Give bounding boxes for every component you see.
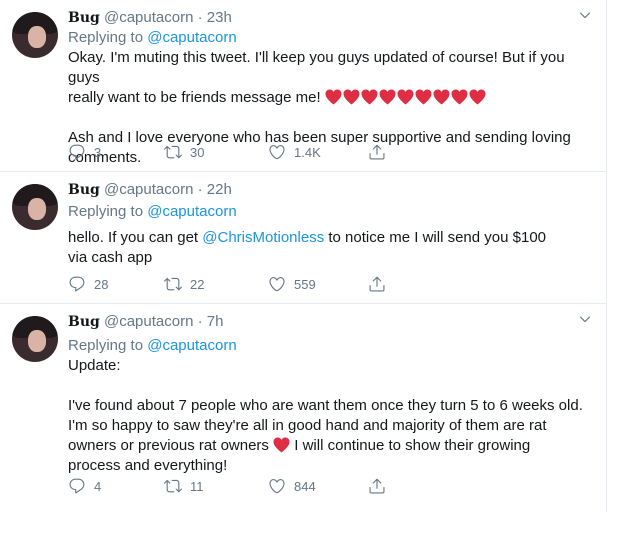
replying-to: Replying to @caputacorn	[68, 202, 237, 222]
like-action[interactable]: 559	[268, 274, 316, 294]
tweet[interactable]: Bug @caputacorn · 23h Replying to @caput…	[0, 0, 606, 172]
tweet-text-paragraph: Update:	[68, 357, 121, 374]
tweet-text-fragment: really want to be friends message me!	[68, 89, 321, 106]
replying-to-label: Replying to	[68, 337, 144, 354]
red-heart-emoji	[469, 89, 486, 105]
separator-dot: ·	[197, 313, 203, 330]
tweet-thread: Bug @caputacorn · 23h Replying to @caput…	[0, 0, 607, 512]
retweet-count: 22	[190, 276, 205, 292]
tweet-text-paragraph: I've found about 7 people who are want t…	[68, 396, 583, 476]
timestamp[interactable]: 22h	[207, 181, 232, 198]
reply-count: 3	[94, 144, 102, 160]
like-icon	[268, 275, 286, 293]
tweet-header: Bug @caputacorn · 7h	[68, 312, 223, 332]
red-heart-emoji	[343, 89, 360, 105]
tweet-text: hello. If you can get @ChrisMotionless t…	[68, 228, 568, 268]
tweet-header: Bug @caputacorn · 22h	[68, 180, 232, 200]
like-count: 844	[294, 478, 316, 494]
retweet-icon	[164, 275, 182, 293]
replying-to: Replying to @caputacorn	[68, 336, 237, 356]
timestamp[interactable]: 7h	[207, 313, 224, 330]
avatar[interactable]	[12, 184, 58, 230]
replying-to-mention[interactable]: @caputacorn	[147, 203, 236, 220]
tweet-text: Okay. I'm muting this tweet. I'll keep y…	[68, 48, 588, 168]
reply-icon	[68, 477, 86, 495]
reply-action[interactable]: 4	[68, 476, 101, 496]
tweet-text-paragraph: Ash and I love everyone who has been sup…	[68, 129, 571, 166]
avatar[interactable]	[12, 12, 58, 58]
tweet-text: Update: I've found about 7 people who ar…	[68, 356, 583, 476]
red-heart-emoji-row	[325, 89, 486, 105]
like-count: 559	[294, 276, 316, 292]
retweet-count: 11	[190, 478, 204, 494]
share-action[interactable]	[368, 274, 386, 294]
tweet-text-line: Okay. I'm muting this tweet. I'll keep y…	[68, 49, 565, 86]
user-handle[interactable]: @caputacorn	[104, 181, 193, 198]
replying-to-label: Replying to	[68, 29, 144, 46]
timestamp[interactable]: 23h	[207, 9, 232, 26]
reply-icon	[68, 275, 86, 293]
display-name[interactable]: Bug	[68, 314, 100, 330]
replying-to-mention[interactable]: @caputacorn	[147, 29, 236, 46]
tweet-text-line: really want to be friends message me!	[68, 88, 588, 108]
like-action[interactable]: 844	[268, 476, 316, 496]
red-heart-emoji	[415, 89, 432, 105]
share-action[interactable]	[368, 142, 386, 162]
retweet-icon	[164, 477, 182, 495]
reply-count: 28	[94, 276, 109, 292]
red-heart-emoji	[379, 89, 396, 105]
retweet-icon	[164, 143, 182, 161]
retweet-action[interactable]: 11	[164, 476, 204, 496]
tweet-text-paragraph: hello. If you can get @ChrisMotionless t…	[68, 228, 568, 268]
red-heart-emoji	[397, 89, 414, 105]
user-handle[interactable]: @caputacorn	[104, 9, 193, 26]
like-action[interactable]: 1.4K	[268, 142, 321, 162]
share-icon	[368, 275, 386, 293]
reply-action[interactable]: 28	[68, 274, 108, 294]
tweet-text-fragment: hello. If you can get	[68, 229, 199, 246]
avatar[interactable]	[12, 316, 58, 362]
replying-to-label: Replying to	[68, 203, 144, 220]
retweet-count: 30	[190, 144, 205, 160]
separator-dot: ·	[197, 181, 203, 198]
red-heart-emoji	[451, 89, 468, 105]
like-count: 1.4K	[294, 144, 321, 160]
share-icon	[368, 143, 386, 161]
display-name[interactable]: Bug	[68, 182, 100, 198]
separator-dot: ·	[197, 9, 203, 26]
retweet-action[interactable]: 30	[164, 142, 204, 162]
share-action[interactable]	[368, 476, 386, 496]
display-name[interactable]: Bug	[68, 10, 100, 26]
user-handle[interactable]: @caputacorn	[104, 313, 193, 330]
red-heart-emoji	[273, 437, 290, 453]
retweet-action[interactable]: 22	[164, 274, 204, 294]
tweet[interactable]: Bug @caputacorn · 22h Replying to @caput…	[0, 172, 606, 304]
tweet[interactable]: Bug @caputacorn · 7h Replying to @caputa…	[0, 304, 606, 512]
reply-icon	[68, 143, 86, 161]
mention-link[interactable]: @ChrisMotionless	[202, 229, 324, 246]
reply-count: 4	[94, 478, 102, 494]
reply-action[interactable]: 3	[68, 142, 101, 162]
like-icon	[268, 477, 286, 495]
red-heart-emoji	[361, 89, 378, 105]
like-icon	[268, 143, 286, 161]
share-icon	[368, 477, 386, 495]
tweet-header: Bug @caputacorn · 23h	[68, 8, 232, 28]
red-heart-emoji	[325, 89, 342, 105]
red-heart-emoji	[433, 89, 450, 105]
chevron-down-icon[interactable]	[578, 8, 592, 22]
replying-to-mention[interactable]: @caputacorn	[147, 337, 236, 354]
chevron-down-icon[interactable]	[578, 312, 592, 326]
replying-to: Replying to @caputacorn	[68, 28, 237, 48]
